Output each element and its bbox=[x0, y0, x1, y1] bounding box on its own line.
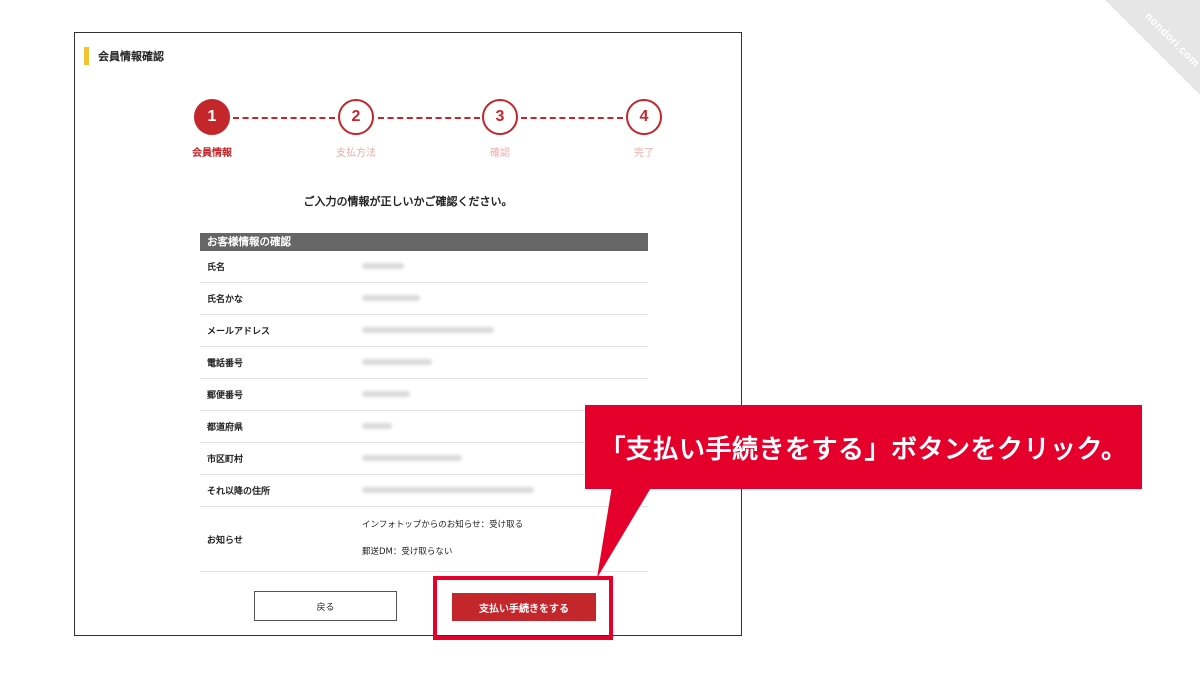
row-label: 都道府県 bbox=[207, 423, 244, 433]
table-row-name: 氏名 bbox=[200, 251, 648, 283]
notice-line: 郵送DM：受け取らない bbox=[362, 547, 453, 557]
row-label: 氏名 bbox=[207, 263, 226, 273]
step-4: 4 完了 bbox=[604, 99, 684, 159]
back-button[interactable]: 戻る bbox=[254, 591, 397, 621]
table-row-notices: お知らせ インフォトップからのお知らせ：受け取る 郵送DM：受け取らない bbox=[200, 507, 648, 572]
step-number: 4 bbox=[626, 99, 662, 135]
step-label: 会員情報 bbox=[192, 148, 232, 159]
instruction-text: ご入力の情報が正しいかご確認ください。 bbox=[303, 195, 513, 208]
table-row-postal-code: 郵便番号 bbox=[200, 379, 648, 411]
row-value-redacted bbox=[362, 294, 648, 304]
callout-text: 「支払い手続きをする」ボタンをクリック。 bbox=[599, 434, 1128, 465]
row-value-redacted bbox=[362, 390, 648, 400]
step-3: 3 確認 bbox=[460, 99, 540, 159]
progress-stepper: 1 会員情報 2 支払方法 3 確認 4 完了 bbox=[175, 99, 695, 169]
row-value-redacted bbox=[362, 358, 648, 368]
row-label: それ以降の住所 bbox=[207, 487, 271, 497]
table-row-address: それ以降の住所 bbox=[200, 475, 648, 507]
step-label: 支払方法 bbox=[336, 148, 376, 159]
table-header: お客様情報の確認 bbox=[200, 233, 648, 251]
row-label: 氏名かな bbox=[207, 295, 244, 305]
row-label: 郵便番号 bbox=[207, 391, 244, 401]
section-title: 会員情報確認 bbox=[98, 50, 164, 63]
screenshot-frame: 会員情報確認 1 会員情報 2 支払方法 3 確認 4 完了 ご入力の情報が正し… bbox=[74, 32, 742, 636]
step-1: 1 会員情報 bbox=[172, 99, 252, 159]
table-row-city: 市区町村 bbox=[200, 443, 648, 475]
row-label: お知らせ bbox=[207, 535, 243, 546]
table-row-email: メールアドレス bbox=[200, 315, 648, 347]
step-2: 2 支払方法 bbox=[316, 99, 396, 159]
row-label: メールアドレス bbox=[207, 327, 271, 337]
section-header: 会員情報確認 bbox=[84, 47, 164, 65]
table-row-name-kana: 氏名かな bbox=[200, 283, 648, 315]
row-value-redacted bbox=[362, 262, 648, 272]
step-number: 3 bbox=[482, 99, 518, 135]
watermark-ribbon: nondori.com bbox=[1070, 0, 1200, 130]
step-label: 完了 bbox=[634, 148, 654, 159]
row-label: 市区町村 bbox=[207, 455, 244, 465]
row-value-redacted bbox=[362, 326, 648, 336]
section-accent-bar bbox=[84, 47, 89, 65]
button-highlight-box bbox=[433, 576, 613, 640]
table-row-prefecture: 都道府県 bbox=[200, 411, 648, 443]
table-row-phone: 電話番号 bbox=[200, 347, 648, 379]
row-value: インフォトップからのお知らせ：受け取る 郵送DM：受け取らない bbox=[362, 512, 648, 566]
step-label: 確認 bbox=[490, 148, 510, 159]
step-number: 1 bbox=[194, 99, 230, 135]
step-number: 2 bbox=[338, 99, 374, 135]
notice-line: インフォトップからのお知らせ：受け取る bbox=[362, 520, 524, 530]
customer-info-table: お客様情報の確認 氏名 氏名かな メールアドレス 電話番号 郵便番号 都道府県 … bbox=[200, 233, 648, 572]
instruction-callout: 「支払い手続きをする」ボタンをクリック。 bbox=[585, 405, 1142, 489]
row-label: 電話番号 bbox=[207, 359, 244, 369]
